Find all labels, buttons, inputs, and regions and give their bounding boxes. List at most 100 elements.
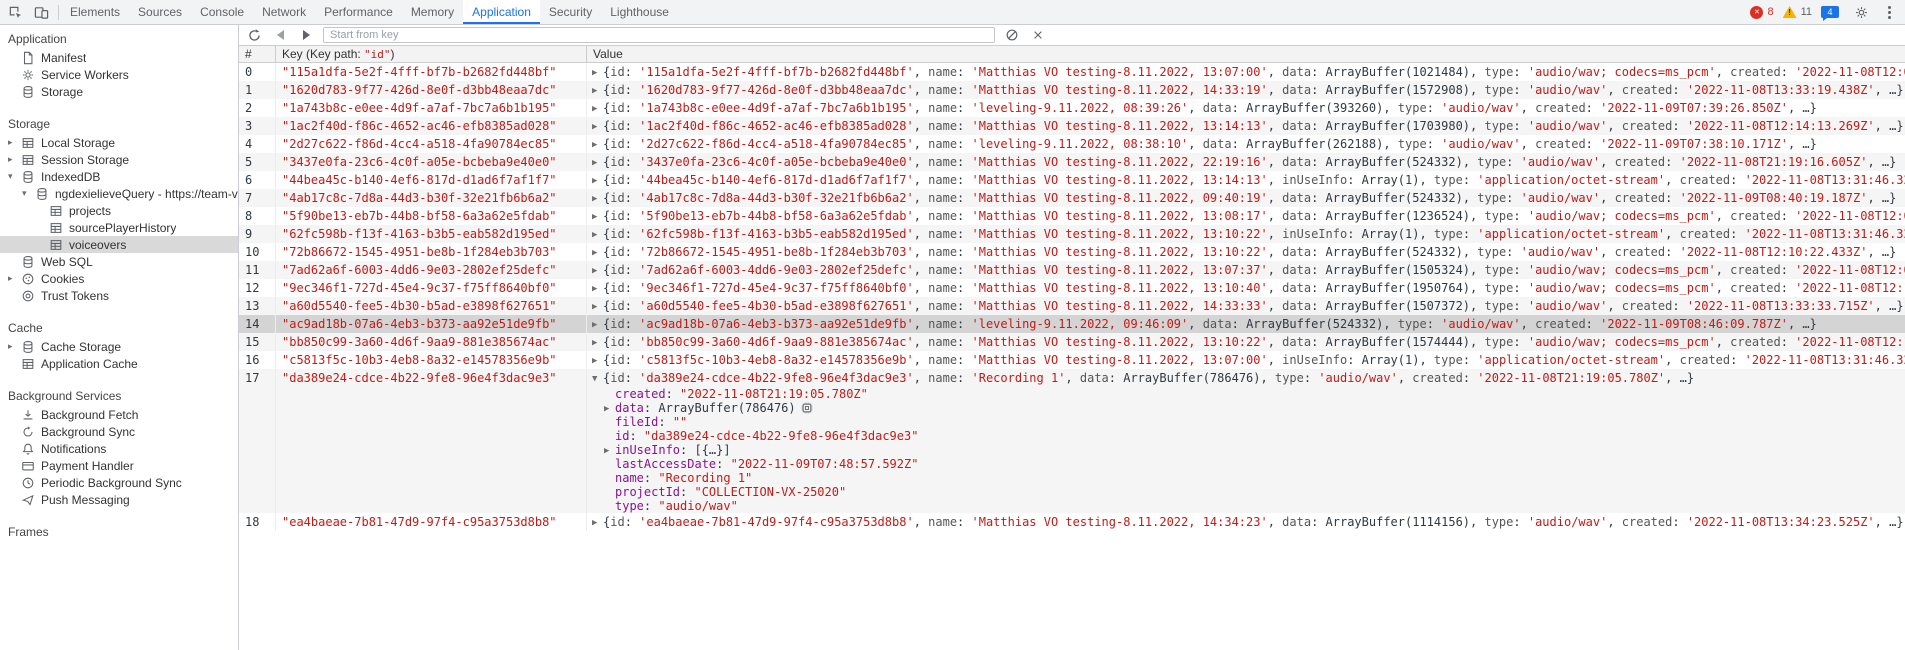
value-preview[interactable]: ▶{id: '44bea45c-b140-4ef6-817d-d1ad6f7af…	[592, 171, 1905, 189]
table-row[interactable]: 5"3437e0fa-23c6-4c0f-a05e-bcbeba9e40e0"▶…	[239, 153, 1905, 171]
table-row[interactable]: 14"ac9ad18b-07a6-4eb3-b373-aa92e51de9fb"…	[239, 315, 1905, 333]
expand-triangle-icon[interactable]: ▶	[592, 226, 603, 243]
value-preview[interactable]: ▶{id: 'ac9ad18b-07a6-4eb3-b373-aa92e51de…	[592, 315, 1905, 333]
tab-elements[interactable]: Elements	[61, 0, 129, 24]
value-preview[interactable]: ▶{id: '1a743b8c-e0ee-4d9f-a7af-7bc7a6b1b…	[592, 99, 1905, 117]
kebab-menu-icon[interactable]	[1883, 6, 1895, 19]
tab-sources[interactable]: Sources	[129, 0, 191, 24]
value-preview[interactable]: ▶{id: '1620d783-9f77-426d-8e0f-d3bb48eaa…	[592, 81, 1905, 99]
object-property[interactable]: ▶inUseInfo: [{…}]	[592, 443, 1905, 457]
table-row[interactable]: 11"7ad62a6f-6003-4dd6-9e03-2802ef25defc"…	[239, 261, 1905, 279]
sidebar-item-notifications[interactable]: Notifications	[0, 440, 238, 457]
table-row[interactable]: 10"72b86672-1545-4951-be8b-1f284eb3b703"…	[239, 243, 1905, 261]
chevron-right-icon[interactable]: ▸	[8, 273, 20, 284]
value-preview[interactable]: ▶{id: '5f90be13-eb7b-44b8-bf58-6a3a62e5f…	[592, 207, 1905, 225]
expand-triangle-icon[interactable]: ▶	[604, 402, 615, 416]
object-property[interactable]: type: "audio/wav"	[592, 499, 1905, 513]
chevron-right-icon[interactable]: ▸	[8, 341, 20, 352]
sidebar-item-local-storage[interactable]: ▸Local Storage	[0, 134, 238, 151]
sidebar-item-payment-handler[interactable]: Payment Handler	[0, 457, 238, 474]
console-errors-badge[interactable]: ✕ 8	[1750, 6, 1773, 19]
issues-badge[interactable]: 4	[1821, 6, 1839, 18]
delete-selected-button[interactable]	[1029, 26, 1047, 44]
sidebar-item-storage[interactable]: Storage	[0, 83, 238, 100]
prev-page-button[interactable]	[271, 26, 289, 44]
table-row[interactable]: 12"9ec346f1-727d-45e4-9c37-f75ff8640bf0"…	[239, 279, 1905, 297]
device-toolbar-icon[interactable]	[28, 0, 54, 24]
tab-memory[interactable]: Memory	[402, 0, 463, 24]
value-preview[interactable]: ▶{id: '1ac2f40d-f86c-4652-ac46-efb8385ad…	[592, 117, 1905, 135]
tab-console[interactable]: Console	[191, 0, 253, 24]
expand-triangle-icon[interactable]: ▶	[592, 244, 603, 261]
value-preview[interactable]: ▶{id: 'bb850c99-3a60-4d6f-9aa9-881e38567…	[592, 333, 1905, 351]
column-header-index[interactable]: #	[239, 46, 276, 62]
table-row[interactable]: 4"2d27c622-f86d-4cc4-a518-4fa90784ec85"▶…	[239, 135, 1905, 153]
sidebar-item-cache-storage[interactable]: ▸Cache Storage	[0, 338, 238, 355]
value-preview[interactable]: ▶{id: '3437e0fa-23c6-4c0f-a05e-bcbeba9e4…	[592, 153, 1905, 171]
column-header-value[interactable]: Value	[587, 46, 1905, 62]
sidebar-item-ngdexielievequery-https-team-vidieditor-vi[interactable]: ▾ngdexielieveQuery - https://team-vidied…	[0, 185, 238, 202]
expand-triangle-icon[interactable]: ▶	[592, 514, 603, 531]
expand-triangle-icon[interactable]: ▶	[604, 444, 615, 458]
settings-gear-icon[interactable]	[1848, 0, 1874, 24]
sidebar-item-session-storage[interactable]: ▸Session Storage	[0, 151, 238, 168]
expand-triangle-icon[interactable]: ▶	[592, 334, 603, 351]
table-row[interactable]: 15"bb850c99-3a60-4d6f-9aa9-881e385674ac"…	[239, 333, 1905, 351]
sidebar-item-voiceovers[interactable]: voiceovers	[0, 236, 238, 253]
sidebar-item-background-fetch[interactable]: Background Fetch	[0, 406, 238, 423]
sidebar-item-sourceplayerhistory[interactable]: sourcePlayerHistory	[0, 219, 238, 236]
expand-triangle-icon[interactable]: ▶	[592, 172, 603, 189]
chevron-down-icon[interactable]: ▾	[8, 171, 20, 182]
value-preview[interactable]: ▶{id: '9ec346f1-727d-45e4-9c37-f75ff8640…	[592, 279, 1905, 297]
value-preview[interactable]: ▶{id: 'a60d5540-fee5-4b30-b5ad-e3898f627…	[592, 297, 1905, 315]
expand-triangle-icon[interactable]: ▶	[592, 208, 603, 225]
value-preview[interactable]: ▶{id: 'c5813f5c-10b3-4eb8-8a32-e14578356…	[592, 351, 1905, 369]
sidebar-item-projects[interactable]: projects	[0, 202, 238, 219]
sidebar-item-web-sql[interactable]: Web SQL	[0, 253, 238, 270]
sidebar-item-manifest[interactable]: Manifest	[0, 49, 238, 66]
expand-triangle-icon[interactable]: ▶	[592, 190, 603, 207]
value-preview[interactable]: ▶{id: '7ad62a6f-6003-4dd6-9e03-2802ef25d…	[592, 261, 1905, 279]
expand-triangle-icon[interactable]: ▶	[592, 118, 603, 135]
table-row[interactable]: 18"ea4baeae-7b81-47d9-97f4-c95a3753d8b8"…	[239, 513, 1905, 531]
value-preview[interactable]: ▶{id: '2d27c622-f86d-4cc4-a518-4fa90784e…	[592, 135, 1905, 153]
sidebar-item-indexeddb[interactable]: ▾IndexedDB	[0, 168, 238, 185]
object-property[interactable]: ▶data: ArrayBuffer(786476)	[592, 401, 1905, 415]
table-row[interactable]: 2"1a743b8c-e0ee-4d9f-a7af-7bc7a6b1b195"▶…	[239, 99, 1905, 117]
object-property[interactable]: created: "2022-11-08T21:19:05.780Z"	[592, 387, 1905, 401]
expand-triangle-icon[interactable]: ▶	[592, 298, 603, 315]
chevron-down-icon[interactable]: ▾	[22, 188, 34, 199]
expand-triangle-icon[interactable]: ▶	[592, 154, 603, 171]
chevron-right-icon[interactable]: ▸	[8, 137, 20, 148]
value-preview[interactable]: ▼{id: 'da389e24-cdce-4b22-9fe8-96e4f3dac…	[592, 369, 1905, 387]
object-property[interactable]: lastAccessDate: "2022-11-09T07:48:57.592…	[592, 457, 1905, 471]
expand-triangle-icon[interactable]: ▶	[592, 82, 603, 99]
sidebar-item-application-cache[interactable]: Application Cache	[0, 355, 238, 372]
sidebar-item-cookies[interactable]: ▸Cookies	[0, 270, 238, 287]
console-warnings-badge[interactable]: ! 11	[1783, 6, 1812, 18]
table-row[interactable]: 9"62fc598b-f13f-4163-b3b5-eab582d195ed"▶…	[239, 225, 1905, 243]
tab-security[interactable]: Security	[540, 0, 601, 24]
sidebar-item-service-workers[interactable]: Service Workers	[0, 66, 238, 83]
tab-application[interactable]: Application	[463, 0, 540, 24]
table-row[interactable]: 13"a60d5540-fee5-4b30-b5ad-e3898f627651"…	[239, 297, 1905, 315]
sidebar-item-push-messaging[interactable]: Push Messaging	[0, 491, 238, 508]
value-preview[interactable]: ▶{id: '62fc598b-f13f-4163-b3b5-eab582d19…	[592, 225, 1905, 243]
table-row[interactable]: 3"1ac2f40d-f86c-4652-ac46-efb8385ad028"▶…	[239, 117, 1905, 135]
object-property[interactable]: fileId: ""	[592, 415, 1905, 429]
object-property[interactable]: name: "Recording 1"	[592, 471, 1905, 485]
collapse-triangle-icon[interactable]: ▼	[592, 370, 603, 388]
value-preview[interactable]: ▶{id: '4ab17c8c-7d8a-44d3-b30f-32e21fb6b…	[592, 189, 1905, 207]
table-row[interactable]: 8"5f90be13-eb7b-44b8-bf58-6a3a62e5fdab"▶…	[239, 207, 1905, 225]
chevron-right-icon[interactable]: ▸	[8, 154, 20, 165]
table-row[interactable]: 1"1620d783-9f77-426d-8e0f-d3bb48eaa7dc"▶…	[239, 81, 1905, 99]
sidebar-item-background-sync[interactable]: Background Sync	[0, 423, 238, 440]
tab-performance[interactable]: Performance	[315, 0, 402, 24]
next-page-button[interactable]	[297, 26, 315, 44]
value-preview[interactable]: ▶{id: '72b86672-1545-4951-be8b-1f284eb3b…	[592, 243, 1905, 261]
start-from-key-input[interactable]	[323, 27, 995, 43]
tab-lighthouse[interactable]: Lighthouse	[601, 0, 678, 24]
table-row[interactable]: 7"4ab17c8c-7d8a-44d3-b30f-32e21fb6b6a2"▶…	[239, 189, 1905, 207]
column-header-key[interactable]: Key (Key path: "id")	[276, 46, 587, 62]
expand-triangle-icon[interactable]: ▶	[592, 352, 603, 369]
